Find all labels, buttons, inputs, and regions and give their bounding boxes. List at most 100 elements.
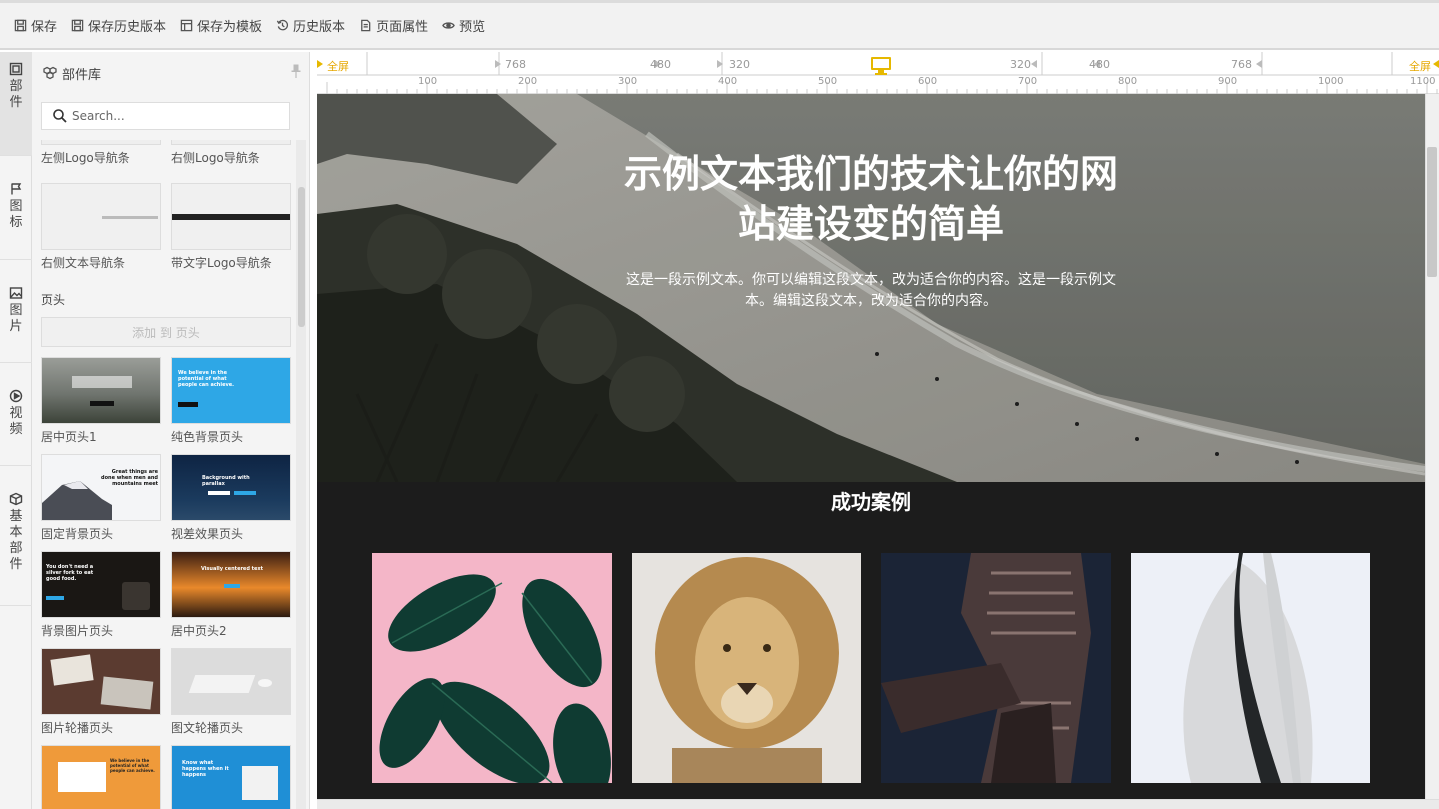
list-item[interactable]: 右侧Logo导航条 xyxy=(171,140,291,166)
lion-image xyxy=(655,557,839,783)
list-item-label: 纯色背景页头 xyxy=(171,430,244,444)
hero-title[interactable]: 示例文本我们的技术让你的网站建设变的简单 xyxy=(617,149,1125,249)
thumbnail: We believe in the potential of what peop… xyxy=(41,745,161,809)
breakpoint-label[interactable]: 480 xyxy=(650,58,671,71)
save-template-button[interactable]: 保存为模板 xyxy=(180,14,262,38)
hero-section[interactable]: 示例文本我们的技术让你的网站建设变的简单 这是一段示例文本。你可以编辑这段文本，… xyxy=(317,94,1425,482)
desktop-monitor-icon[interactable] xyxy=(870,56,892,76)
thumbnail: You don't need a silver fork to eat good… xyxy=(41,551,161,618)
breakpoint-label[interactable]: 768 xyxy=(1231,58,1252,71)
play-icon xyxy=(9,389,23,403)
template-icon xyxy=(180,19,193,32)
list-item-label: 带文字Logo导航条 xyxy=(171,256,272,270)
save-history-button[interactable]: 保存历史版本 xyxy=(71,14,166,38)
pin-icon[interactable] xyxy=(291,64,301,78)
list-item[interactable]: You don't need a silver fork to eat good… xyxy=(41,551,161,639)
case-image-lion[interactable] xyxy=(632,553,861,783)
list-item[interactable]: Visually centered text 居中页头2 xyxy=(171,551,291,639)
ruler-tick-label: 500 xyxy=(818,76,838,87)
preview-button[interactable]: 预览 xyxy=(442,14,485,38)
breakpoint-label[interactable]: 320 xyxy=(729,58,750,71)
thumbnail: Visually centered text xyxy=(171,551,291,618)
save-template-label: 保存为模板 xyxy=(197,20,263,35)
canvas-horizontal-scrollbar[interactable] xyxy=(317,799,1439,809)
page-properties-label: 页面属性 xyxy=(376,20,429,35)
tab-images[interactable]: 图片 xyxy=(0,260,32,363)
tab-icons-label: 图标 xyxy=(9,199,23,230)
save-history-label: 保存历史版本 xyxy=(88,20,167,35)
thumbnail: Know what happens when it happens xyxy=(171,745,291,809)
tab-videos[interactable]: 视频 xyxy=(0,363,32,466)
list-item-label: 图文轮播页头 xyxy=(171,721,244,735)
hero-text[interactable]: 这是一段示例文本。你可以编辑这段文本，改为适合你的内容。这是一段示例文本。编辑这… xyxy=(617,270,1125,312)
cubes-icon xyxy=(43,66,57,80)
thumbnail-text: We believe in the potential of what peop… xyxy=(110,758,155,773)
responsive-ruler: 全屏 全屏 768 480 320 320 480 768 100 200 30… xyxy=(317,52,1439,94)
list-item-label: 视差效果页头 xyxy=(171,527,244,541)
ruler-tick-label: 300 xyxy=(618,76,638,87)
breakpoint-label[interactable]: 768 xyxy=(505,58,526,71)
ruler-tick-label: 800 xyxy=(1118,76,1138,87)
list-item[interactable]: We believe in the potential of what peop… xyxy=(41,745,161,809)
search-icon xyxy=(53,109,67,123)
list-item[interactable]: 左侧Logo导航条 xyxy=(41,140,161,166)
list-item-label: 居中页头2 xyxy=(171,624,227,638)
list-item[interactable]: Know what happens when it happens xyxy=(171,745,291,809)
section-title-header: 页头 xyxy=(41,293,66,307)
list-item[interactable]: 图片轮播页头 xyxy=(41,648,161,736)
page-properties-button[interactable]: 页面属性 xyxy=(359,14,428,38)
history-button[interactable]: 历史版本 xyxy=(276,14,345,38)
document-icon xyxy=(361,19,371,32)
tab-components[interactable]: 部件 xyxy=(0,52,32,156)
ruler-tick-label: 200 xyxy=(518,76,538,87)
armor-image xyxy=(881,553,1111,783)
list-item[interactable]: 居中页头1 xyxy=(41,357,161,445)
list-item[interactable]: 带文字Logo导航条 xyxy=(171,183,291,271)
ruler-tick-label: 1000 xyxy=(1318,76,1344,87)
list-item[interactable]: We believe in the potential of what peop… xyxy=(171,357,291,445)
list-item-label: 左侧Logo导航条 xyxy=(41,151,130,165)
horse-image xyxy=(1131,553,1370,783)
list-item[interactable]: Background with parallax 视差效果页头 xyxy=(171,454,291,542)
search-input[interactable]: Search... xyxy=(41,102,290,130)
breakpoint-label[interactable]: 320 xyxy=(1010,58,1031,71)
thumbnail xyxy=(41,183,161,250)
editor-canvas: 全屏 全屏 768 480 320 320 480 768 100 200 30… xyxy=(317,52,1439,809)
app-root: 保存 保存历史版本 保存为模板 历史版本 页面属性 预览 部件 图标 图片 视频… xyxy=(0,0,1439,809)
cube-icon xyxy=(9,492,23,506)
list-item[interactable]: Great things are done when men and mount… xyxy=(41,454,161,542)
cases-title[interactable]: 成功案例 xyxy=(317,486,1425,515)
ruler-tick-label: 600 xyxy=(918,76,938,87)
fullscreen-right-button[interactable]: 全屏 xyxy=(1409,58,1431,74)
save-button[interactable]: 保存 xyxy=(14,14,57,38)
case-image-horse[interactable] xyxy=(1131,553,1370,783)
canvas-scrollbar-thumb[interactable] xyxy=(1427,147,1437,277)
tab-basic-components[interactable]: 基本部件 xyxy=(0,466,32,606)
image-icon xyxy=(9,287,23,299)
ruler-tick-label: 1100 xyxy=(1410,76,1436,87)
component-icon xyxy=(9,62,23,76)
thumbnail-text: Background with parallax xyxy=(202,475,250,487)
save-icon xyxy=(71,19,84,32)
top-toolbar: 保存 保存历史版本 保存为模板 历史版本 页面属性 预览 xyxy=(0,0,1439,50)
case-image-plant[interactable] xyxy=(372,553,612,783)
list-item[interactable]: 右侧文本导航条 xyxy=(41,183,161,271)
panel-scrollbar-thumb[interactable] xyxy=(298,187,305,327)
tab-icons[interactable]: 图标 xyxy=(0,156,32,260)
save-label: 保存 xyxy=(31,20,58,35)
history-icon xyxy=(276,19,289,31)
fullscreen-left-button[interactable]: 全屏 xyxy=(327,58,349,74)
plant-leaves-image xyxy=(379,574,611,783)
list-item-label: 背景图片页头 xyxy=(41,624,114,638)
case-image-armor[interactable] xyxy=(881,553,1111,783)
thumbnail: Great things are done when men and mount… xyxy=(41,454,161,521)
ruler-tick-label: 400 xyxy=(718,76,738,87)
thumbnail xyxy=(41,140,161,145)
add-to-header-button[interactable]: 添加 到 页头 xyxy=(41,317,291,347)
breakpoint-label[interactable]: 480 xyxy=(1089,58,1110,71)
thumbnail-text: Great things are done when men and mount… xyxy=(101,469,158,487)
ruler-tick-label: 100 xyxy=(418,76,438,87)
list-item[interactable]: 图文轮播页头 xyxy=(171,648,291,736)
tab-basic-components-label: 基本部件 xyxy=(9,509,23,572)
thumbnail: Background with parallax xyxy=(171,454,291,521)
